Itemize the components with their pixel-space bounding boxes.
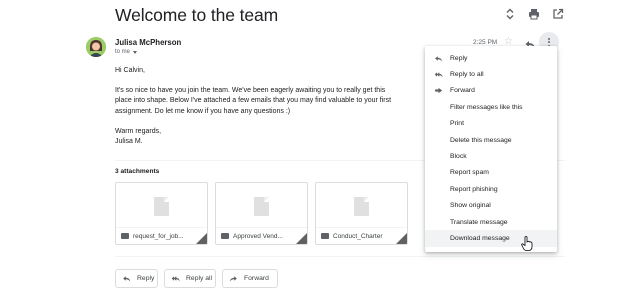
attachment-name: request_for_job... [133,232,184,240]
menu-item-report-spam[interactable]: Report spam [425,165,557,181]
body-line: It's so nice to have you join the team. … [115,87,386,95]
menu-item-show-original[interactable]: Show original [425,198,557,214]
forward-icon [433,86,443,96]
email-time: 2:25 PM [473,39,498,46]
menu-item-label: Print [450,120,464,128]
hand-cursor-icon [521,236,533,251]
document-icon [354,197,369,216]
body-line: assignment. Do let me know if you have a… [115,107,291,115]
menu-item-block[interactable]: Block [425,148,557,164]
top-toolbar [503,7,565,21]
reply-all-icon [171,276,180,282]
recipient-details[interactable]: to me [115,49,138,55]
reply-button[interactable]: Reply [115,269,158,288]
menu-item-label: Download message [450,235,510,243]
attachments-title: 3 attachments [115,168,160,175]
reply-all-button-label: Reply all [186,275,213,282]
menu-item-label: Block [450,153,467,161]
menu-item-translate[interactable]: Translate message [425,214,557,230]
reply-all-button[interactable]: Reply all [164,269,216,288]
forward-button-label: Forward [244,275,269,282]
print-icon[interactable] [527,7,541,21]
reply-icon [123,276,131,282]
menu-item-print[interactable]: Print [425,116,557,132]
attachment-name: Approved Vend... [233,232,283,240]
email-body: Hi Calvin, It's so nice to have you join… [115,66,425,147]
signoff: Warm regards, [115,127,162,135]
menu-item-reply[interactable]: Reply [425,50,557,66]
forward-button[interactable]: Forward [222,269,278,288]
mail-icon [221,233,229,239]
email-subject: Welcome to the team [115,5,279,25]
menu-item-label: Forward [450,87,475,95]
more-options-menu: Reply Reply to all Forward Filter messag… [425,46,557,252]
sender-name[interactable]: Julisa McPherson [115,38,181,47]
menu-item-forward[interactable]: Forward [425,83,557,99]
reply-all-icon [433,70,443,80]
to-label: to me [115,49,131,55]
attachment-name: Conduct_Charter [333,232,383,240]
body-line: place into shape. Below I've attached a … [115,97,392,105]
menu-item-report-phishing[interactable]: Report phishing [425,181,557,197]
chevron-down-icon[interactable] [133,50,138,54]
attachment-card[interactable]: Approved Vend... [215,182,308,245]
menu-item-label: Report phishing [450,185,498,193]
menu-item-download[interactable]: Download message [425,230,557,247]
document-icon [254,197,269,216]
menu-item-label: Show original [450,202,491,210]
reply-icon [433,53,443,63]
open-new-window-icon[interactable] [551,7,565,21]
fold-corner [296,233,307,244]
menu-item-label: Reply [450,54,468,62]
attachment-card[interactable]: Conduct_Charter [315,182,408,245]
menu-item-filter[interactable]: Filter messages like this [425,99,557,115]
menu-item-label: Filter messages like this [450,103,523,111]
menu-item-label: Translate message [450,218,508,226]
document-icon [154,197,169,216]
forward-icon [229,276,237,282]
menu-item-label: Delete this message [450,136,512,144]
fold-corner [196,233,207,244]
mail-icon [321,233,329,239]
avatar[interactable] [86,37,106,57]
reply-button-label: Reply [137,275,155,282]
fold-corner [396,233,407,244]
signature: Julisa M. [115,138,143,146]
mail-icon [121,233,129,239]
menu-item-reply-to-all[interactable]: Reply to all [425,66,557,82]
attachment-card[interactable]: request_for_job... [115,182,208,245]
menu-item-label: Reply to all [450,71,484,79]
divider [115,256,565,257]
subject-row: Welcome to the team [115,5,565,27]
greeting: Hi Calvin, [115,67,145,74]
menu-item-label: Report spam [450,169,489,177]
expand-collapse-icon[interactable] [503,7,517,21]
menu-item-delete[interactable]: Delete this message [425,132,557,148]
